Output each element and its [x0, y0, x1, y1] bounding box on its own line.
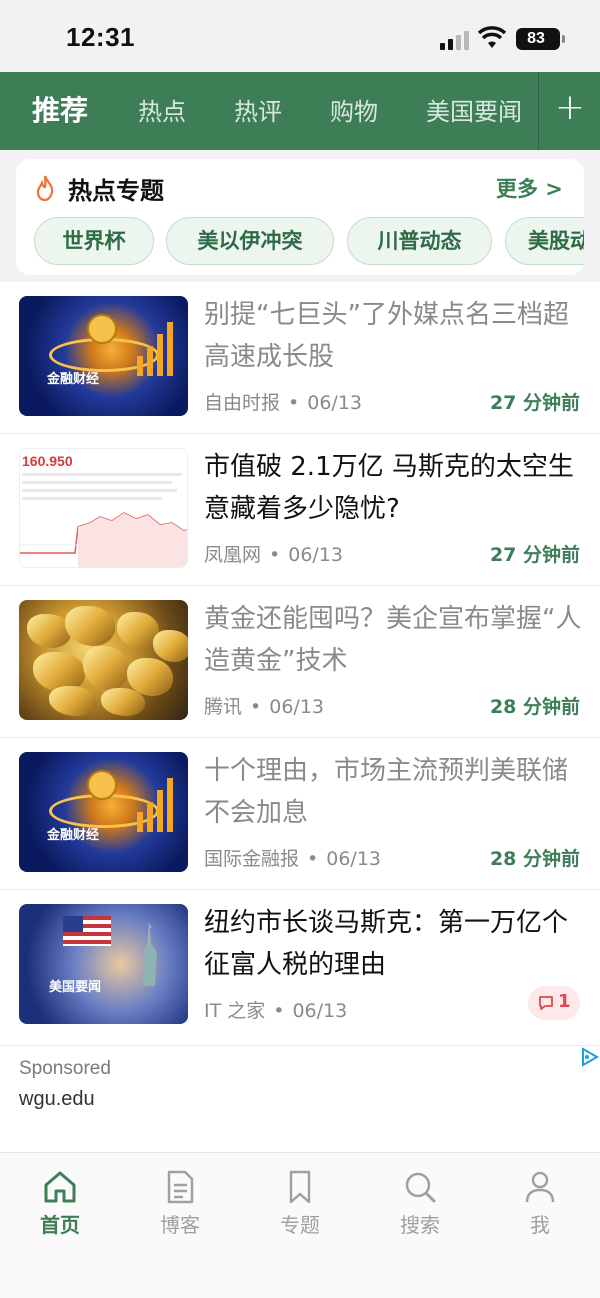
search-icon [405, 1172, 436, 1203]
statue-of-liberty-graphic [143, 922, 157, 986]
article-title[interactable]: 市值破 2.1万亿 马斯克的太空生意藏着多少隐忧? [204, 446, 584, 530]
sponsored-label: Sponsored [19, 1058, 111, 1079]
news-item[interactable]: 160.950 市值破 2.1万亿 马斯克的太空生意藏着多少隐忧? 凤凰网 • 06… [0, 434, 600, 586]
comment-count-badge[interactable]: 1 [528, 986, 580, 1020]
more-link[interactable]: 更多 > [496, 173, 563, 203]
tab-us-news[interactable]: 美国要闻 [426, 92, 522, 127]
cellular-signal-icon [440, 30, 470, 50]
article-meta: 腾讯 • 06/13 [204, 696, 324, 718]
hot-topics-card: 热点专题 更多 > 世界杯 美以伊冲突 川普动态 美股动 [16, 159, 584, 275]
article-title[interactable]: 黄金还能囤吗？美企宣布掌握“人造黄金”技术 [204, 598, 584, 682]
thumbnail-label: 金融财经 [47, 372, 100, 387]
comment-count: 1 [558, 991, 571, 1012]
bottom-tab-blog[interactable]: 博客 [140, 1169, 220, 1238]
article-source: 国际金融报 [204, 848, 300, 870]
bottom-tab-topics[interactable]: 专题 [260, 1169, 340, 1238]
news-item[interactable]: 金融财经 别提“七巨头”了外媒点名三档超高速成长股 自由时报 • 06/13 27 … [0, 282, 600, 434]
tab-shopping[interactable]: 购物 [330, 92, 378, 127]
home-icon [44, 1171, 76, 1203]
flame-icon [36, 175, 54, 201]
topic-chip[interactable]: 世界杯 [34, 217, 154, 265]
article-source: 自由时报 [204, 392, 281, 414]
article-title[interactable]: 十个理由，市场主流预判美联储不会加息 [204, 750, 584, 834]
bottom-tab-search[interactable]: 搜索 [380, 1169, 460, 1238]
category-nav: 推荐 热点 热评 购物 美国要闻 + [0, 72, 600, 150]
article-meta: IT 之家 • 06/13 [204, 1000, 348, 1022]
article-meta: 凤凰网 • 06/13 [204, 544, 343, 566]
article-thumbnail: 160.950 [19, 448, 188, 568]
article-time-ago: 27 分钟前 [489, 544, 580, 566]
article-time-ago: 28 分钟前 [489, 848, 580, 870]
bottom-tab-bar: 首页 博客 专题 搜索 我 [0, 1152, 600, 1298]
article-thumbnail: 美国要闻 [19, 904, 188, 1024]
battery-icon: 83 [516, 28, 565, 50]
article-title[interactable]: 别提“七巨头”了外媒点名三档超高速成长股 [204, 294, 584, 378]
tab-hot[interactable]: 热点 [138, 92, 186, 127]
thumbnail-label: 美国要闻 [49, 980, 102, 995]
news-item[interactable]: 黄金还能囤吗？美企宣布掌握“人造黄金”技术 腾讯 • 06/13 28 分钟前 [0, 586, 600, 738]
article-thumbnail [19, 600, 188, 720]
person-icon [525, 1171, 555, 1203]
article-date: 06/13 [269, 696, 324, 718]
article-meta: 国际金融报 • 06/13 [204, 848, 381, 870]
article-thumbnail: 金融财经 [19, 752, 188, 872]
coin-icon [87, 770, 117, 800]
comment-icon [539, 996, 553, 1010]
tab-hot-comments[interactable]: 热评 [234, 92, 282, 127]
document-icon [167, 1170, 194, 1204]
adchoices-icon[interactable] [578, 1046, 600, 1068]
coin-icon [87, 314, 117, 344]
bottom-tab-label: 首页 [40, 1213, 80, 1237]
thumbnail-price: 160.950 [22, 453, 73, 469]
bottom-tab-label: 专题 [280, 1213, 320, 1237]
article-date: 06/13 [307, 392, 362, 414]
bottom-tab-me[interactable]: 我 [500, 1169, 580, 1238]
stock-chart-graphic [20, 512, 187, 567]
article-meta: 自由时报 • 06/13 [204, 392, 362, 414]
sponsored-ad[interactable]: Sponsored wgu.edu [0, 1046, 600, 1152]
topic-chip[interactable]: 川普动态 [347, 217, 492, 265]
hot-topics-section: 热点专题 更多 > 世界杯 美以伊冲突 川普动态 美股动 [0, 150, 600, 282]
article-time-ago: 27 分钟前 [489, 392, 580, 414]
bookmark-icon [289, 1170, 311, 1204]
article-thumbnail: 金融财经 [19, 296, 188, 416]
us-flag-graphic [63, 916, 111, 946]
bottom-tab-label: 搜索 [400, 1213, 440, 1237]
sponsored-domain[interactable]: wgu.edu [19, 1088, 95, 1111]
bottom-tab-home[interactable]: 首页 [20, 1169, 100, 1238]
topic-chip[interactable]: 美以伊冲突 [166, 217, 334, 265]
news-item[interactable]: 美国要闻 纽约市长谈马斯克：第一万亿个征富人税的理由 IT 之家 • 06/13 1 [0, 890, 600, 1046]
thumbnail-label: 金融财经 [47, 828, 100, 843]
tab-recommend[interactable]: 推荐 [32, 89, 88, 129]
status-time: 12:31 [66, 22, 135, 52]
status-bar: 12:31 83 [0, 0, 600, 72]
article-source: 凤凰网 [204, 544, 262, 566]
nav-divider [538, 72, 539, 150]
article-time-ago: 28 分钟前 [489, 696, 580, 718]
bottom-tab-label: 我 [530, 1213, 550, 1237]
bottom-tab-label: 博客 [160, 1213, 200, 1237]
article-source: IT 之家 [204, 1000, 266, 1022]
article-date: 06/13 [288, 544, 343, 566]
article-date: 06/13 [326, 848, 381, 870]
wifi-icon [478, 26, 506, 48]
hot-topics-title: 热点专题 [68, 177, 164, 205]
article-source: 腾讯 [204, 696, 243, 718]
article-title[interactable]: 纽约市长谈马斯克：第一万亿个征富人税的理由 [204, 902, 584, 986]
article-date: 06/13 [292, 1000, 348, 1022]
plus-icon[interactable]: + [552, 88, 588, 128]
topic-chip[interactable]: 美股动 [505, 217, 584, 265]
news-item[interactable]: 金融财经 十个理由，市场主流预判美联储不会加息 国际金融报 • 06/13 28 分… [0, 738, 600, 890]
battery-level: 83 [527, 30, 545, 47]
